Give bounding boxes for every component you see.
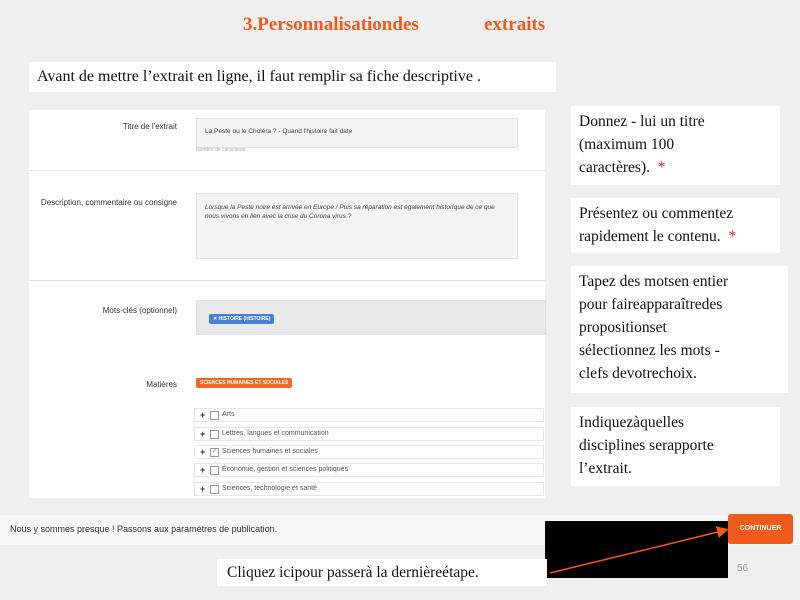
divider <box>29 280 545 281</box>
page-number: 56 <box>737 563 749 574</box>
continue-button[interactable]: CONTINUER <box>728 514 793 544</box>
checkbox[interactable] <box>210 466 219 475</box>
note-line: (maximum 100 <box>579 136 675 153</box>
expand-icon[interactable]: + <box>200 465 205 475</box>
note-line: Tapez des motsen entier <box>579 273 729 290</box>
expand-icon[interactable]: + <box>200 429 205 439</box>
subject-label: Arts <box>222 411 235 418</box>
note-keywords: Tapez des motsen entier pour faireappara… <box>571 266 788 393</box>
black-box <box>545 521 728 578</box>
note-line: l’extrait. <box>579 460 632 477</box>
title-label: Titre de l'extrait <box>122 122 177 131</box>
checkbox[interactable] <box>210 430 219 439</box>
note-text: caractères). <box>579 159 650 176</box>
required-star: * <box>728 228 737 245</box>
note-subjects: Indiquezàquelles disciplines serapporte … <box>571 407 780 486</box>
click-note: Cliquez icipour passerà la dernièreétape… <box>217 559 547 586</box>
note-line: disciplines serapporte <box>579 437 714 454</box>
subject-label: Économie, gestion et sciences politiques <box>222 466 349 473</box>
description-textarea[interactable]: Lorsque la Peste noire est arrivée en Eu… <box>196 193 518 259</box>
subject-row[interactable]: + ✓ Sciences humaines et sociales <box>194 445 544 459</box>
note-line: rapidement le contenu. * <box>579 225 772 248</box>
subject-tag[interactable]: SCIENCES HUMAINES ET SOCIALES <box>196 378 293 388</box>
expand-icon[interactable]: + <box>200 447 205 457</box>
subjects-label: Matières <box>146 380 177 389</box>
keywords-label: Mots-clés (optionnel) <box>102 306 177 315</box>
note-line: caractères). * <box>579 156 772 179</box>
title-hint: Nombre de caractères <box>196 147 246 153</box>
note-title: Donnez - lui un titre (maximum 100 carac… <box>571 106 780 185</box>
note-line: Donnez - lui un titre <box>579 113 705 130</box>
note-line: clefs devotrechoix. <box>579 365 697 382</box>
note-text: rapidement le contenu. <box>579 228 721 245</box>
subject-row[interactable]: + Économie, gestion et sciences politiqu… <box>194 463 544 477</box>
subject-row[interactable]: + Arts <box>194 408 544 422</box>
checkbox-checked[interactable]: ✓ <box>210 448 219 457</box>
note-line: Indiquezàquelles <box>579 414 685 431</box>
subject-row[interactable]: + Sciences, technologie et santé <box>194 482 544 496</box>
slide-title: 3.Personnalisationdes extraits <box>0 14 800 42</box>
note-line: pour faireapparaîtredes <box>579 296 723 313</box>
keyword-tag[interactable]: ✕ HISTOIRE (HISTOIRE) <box>209 314 275 324</box>
note-line: Présentez ou commentez <box>579 205 734 222</box>
keywords-input[interactable]: ✕ HISTOIRE (HISTOIRE) <box>196 300 546 335</box>
extract-form: Titre de l'extrait La Peste ou le Cholér… <box>29 110 546 498</box>
subject-row[interactable]: + Lettres, langues et communication <box>194 427 544 441</box>
subject-label: Lettres, langues et communication <box>222 430 329 437</box>
subject-label: Sciences humaines et sociales <box>222 448 318 455</box>
note-description: Présentez ou commentez rapidement le con… <box>571 198 780 253</box>
note-line: propositionset <box>579 319 667 336</box>
footer-text: Nous y sommes presque ! Passons aux para… <box>10 524 278 534</box>
divider <box>29 170 545 171</box>
checkbox[interactable] <box>210 411 219 420</box>
title-input[interactable]: La Peste ou le Choléra ? - Quand l'histo… <box>196 118 518 148</box>
intro-note: Avant de mettre l’extrait en ligne, il f… <box>29 62 556 92</box>
note-line: sélectionnez les mots - <box>579 342 720 359</box>
slide-title-part1: 3.Personnalisationdes <box>243 14 419 35</box>
slide-title-part2: extraits <box>484 14 546 35</box>
description-label: Description, commentaire ou consigne <box>40 198 177 207</box>
subject-label: Sciences, technologie et santé <box>222 485 317 492</box>
expand-icon[interactable]: + <box>200 410 205 420</box>
required-star: * <box>657 159 666 176</box>
checkbox[interactable] <box>210 485 219 494</box>
expand-icon[interactable]: + <box>200 484 205 494</box>
